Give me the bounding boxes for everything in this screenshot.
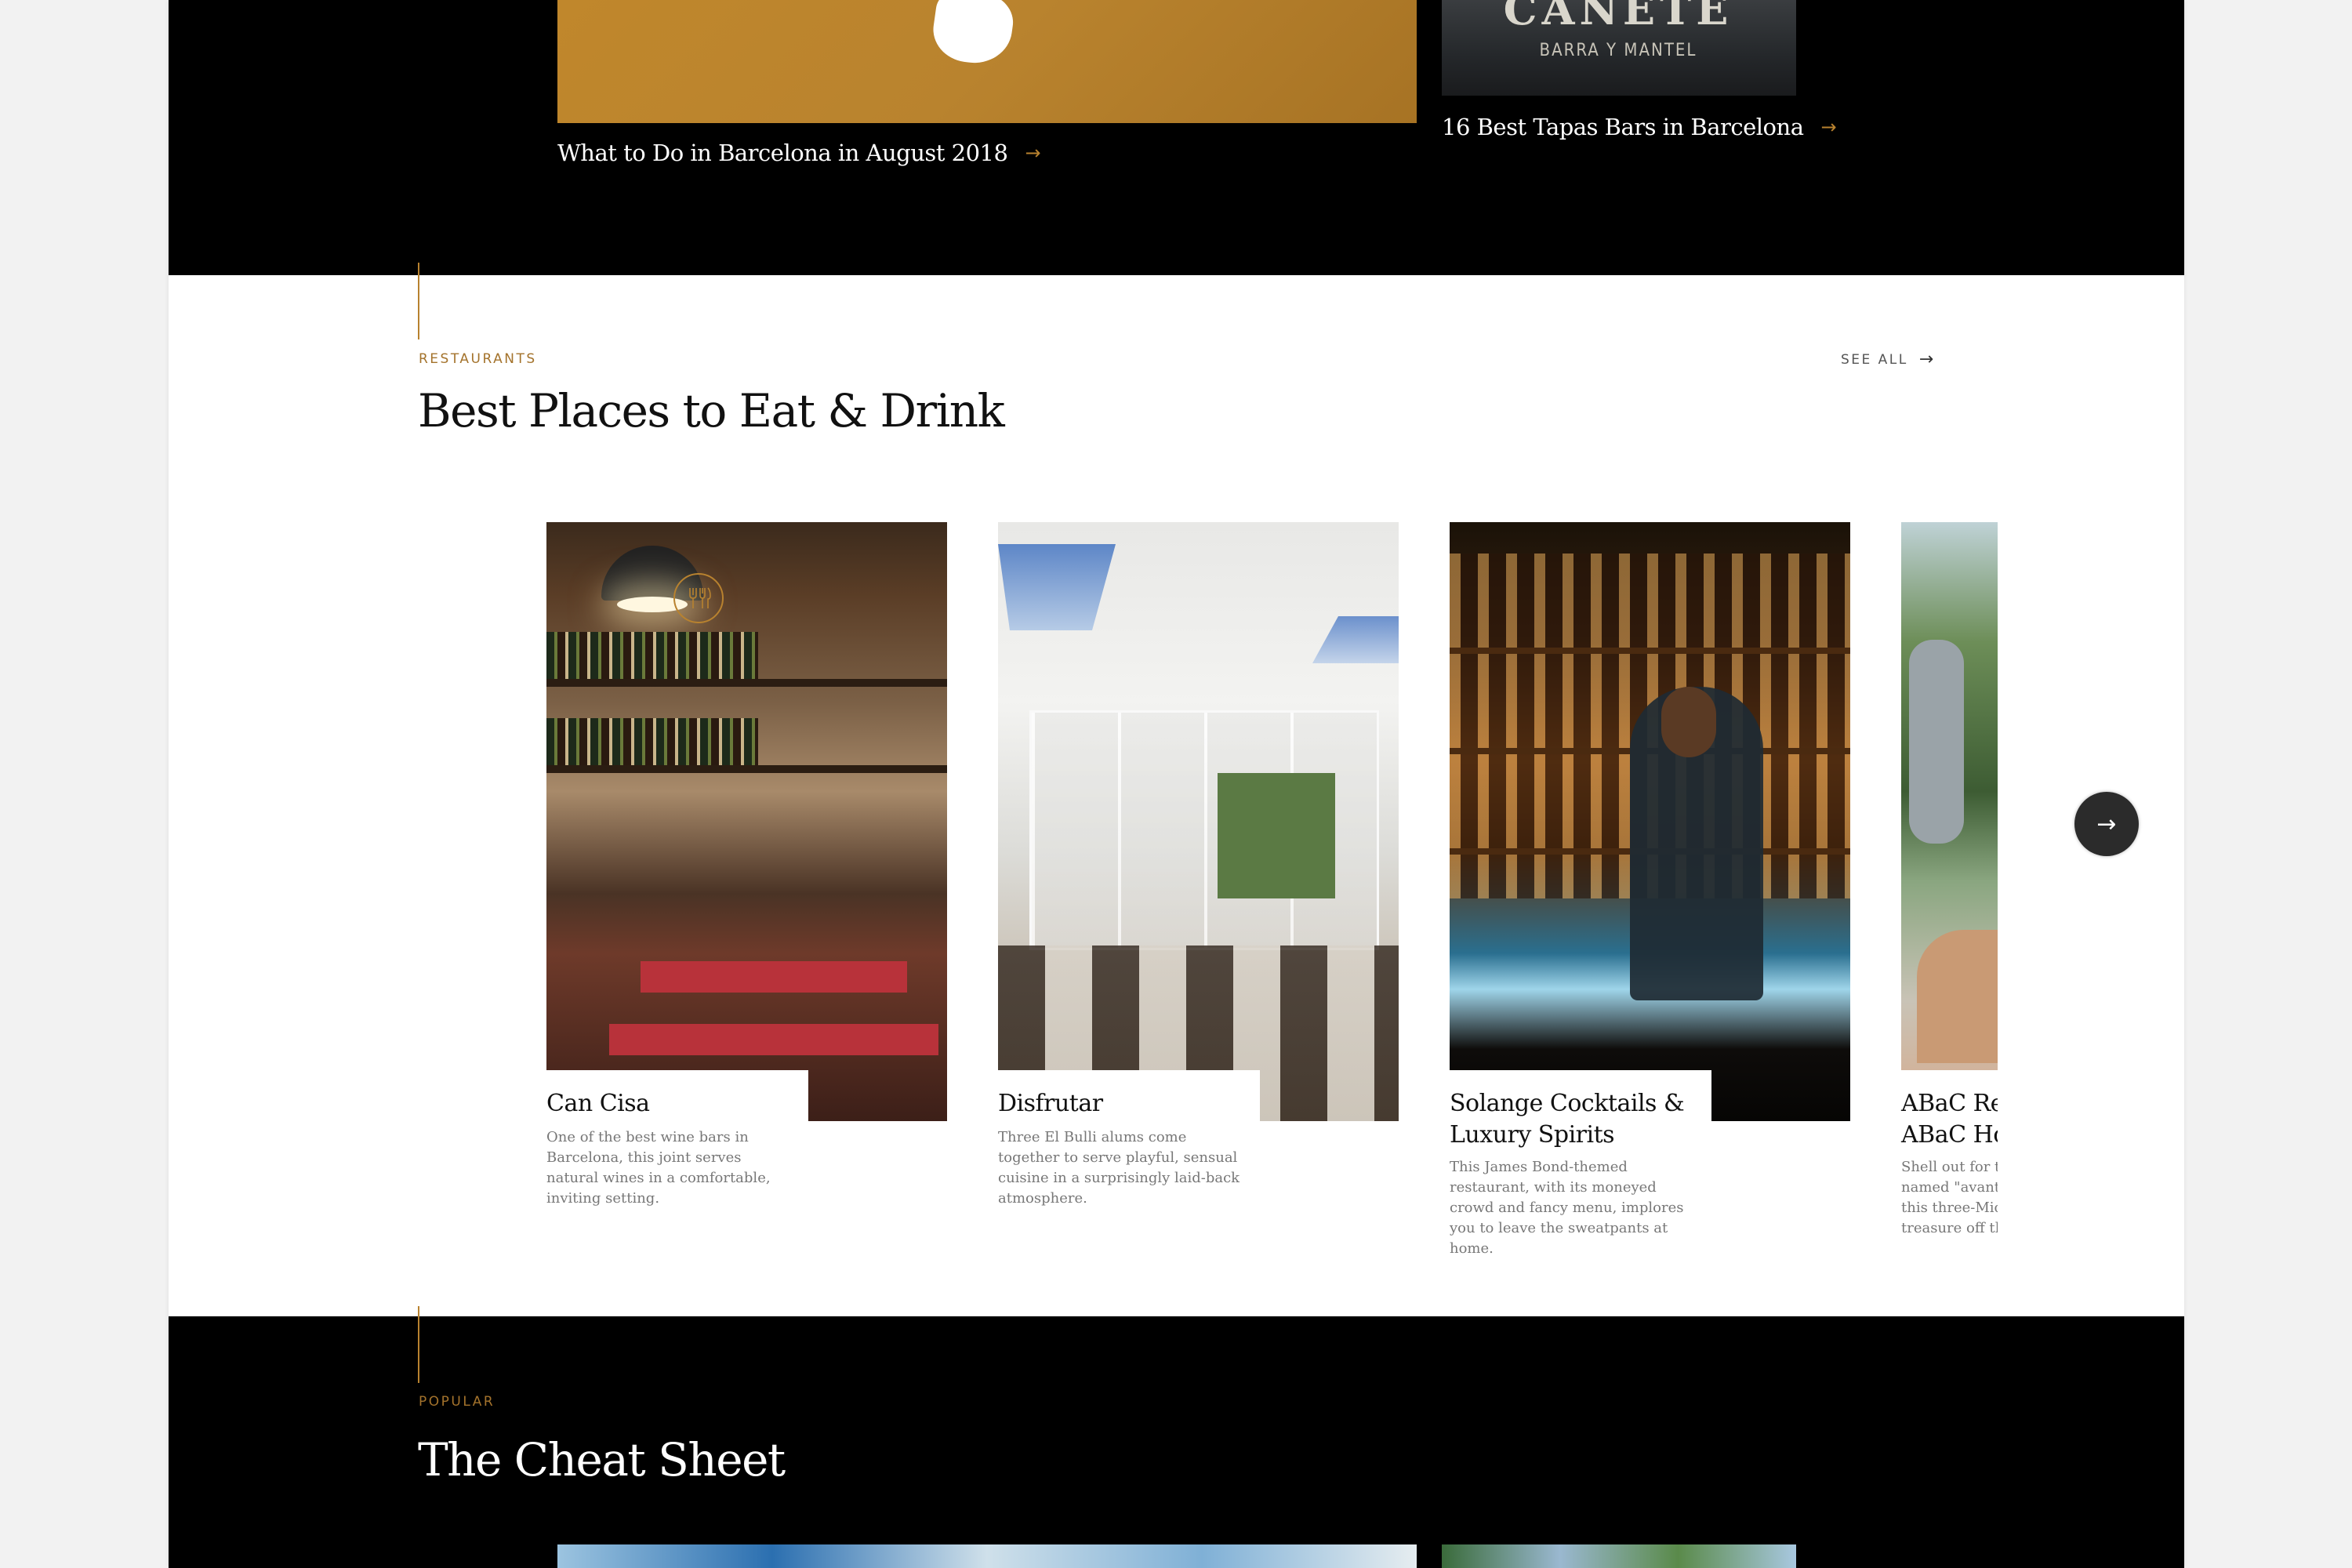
restaurants-eyebrow: RESTAURANTS bbox=[419, 351, 537, 367]
shelf bbox=[546, 679, 947, 687]
tapas-bars-image[interactable]: CAÑETE BARRA Y MANTEL bbox=[1442, 0, 1796, 96]
restaurant-name[interactable]: ABaC Restaurant & ABaC Hotel bbox=[1901, 1088, 1998, 1151]
see-all-label: SEE ALL bbox=[1841, 351, 1908, 368]
popular-eyebrow: POPULAR bbox=[419, 1394, 495, 1410]
shelf bbox=[546, 765, 947, 773]
sign-subtext: BARRA Y MANTEL bbox=[1539, 41, 1697, 60]
statue bbox=[1909, 640, 1964, 844]
restaurant-description: This James Bond-themed restaurant, with … bbox=[1450, 1159, 1684, 1254]
sign-text: CAÑETE bbox=[1503, 0, 1733, 34]
restaurant-carousel[interactable]: Can Cisa One of the best wine bars in Ba… bbox=[169, 517, 1998, 1254]
skylight bbox=[1312, 616, 1399, 663]
popular-image[interactable] bbox=[1442, 1544, 1796, 1568]
section-divider-line bbox=[418, 263, 419, 339]
arrow-right-icon: → bbox=[1918, 350, 1936, 369]
arrow-right-icon: → bbox=[2096, 810, 2117, 838]
bartender-head bbox=[1661, 687, 1716, 757]
tapas-bars-link-label: 16 Best Tapas Bars in Barcelona bbox=[1442, 114, 1804, 140]
restaurant-name[interactable]: Solange Cocktails & Luxury Spirits bbox=[1450, 1088, 1700, 1151]
table-shape bbox=[609, 1024, 938, 1055]
bottles bbox=[546, 632, 758, 679]
carousel-next-button[interactable]: → bbox=[2074, 792, 2139, 856]
august-guide-image[interactable] bbox=[557, 0, 1417, 123]
arrow-right-icon: → bbox=[1025, 142, 1041, 164]
page: CAÑETE BARRA Y MANTEL What to Do in Barc… bbox=[169, 0, 2184, 1568]
august-guide-link-label: What to Do in Barcelona in August 2018 bbox=[557, 140, 1008, 166]
arrow-right-icon: → bbox=[1820, 116, 1837, 138]
plant-wall bbox=[1218, 773, 1335, 898]
restaurant-name[interactable]: Can Cisa bbox=[546, 1088, 829, 1120]
restaurant-description: One of the best wine bars in Barcelona, … bbox=[546, 1129, 771, 1207]
popular-title: The Cheat Sheet bbox=[418, 1433, 786, 1486]
see-all-link[interactable]: SEE ALL → bbox=[1841, 350, 1936, 369]
tapas-bars-link[interactable]: 16 Best Tapas Bars in Barcelona → bbox=[1442, 114, 1837, 140]
chair bbox=[1917, 930, 1998, 1063]
section-divider-line bbox=[418, 1306, 419, 1383]
restaurants-title: Best Places to Eat & Drink bbox=[418, 384, 1005, 437]
restaurant-photo[interactable] bbox=[1450, 522, 1850, 1121]
restaurant-photo[interactable] bbox=[546, 522, 947, 1121]
spain-map-shape bbox=[929, 0, 1017, 68]
restaurant-photo[interactable] bbox=[1901, 522, 1998, 1121]
bottles bbox=[546, 718, 758, 765]
restaurant-photo[interactable] bbox=[998, 522, 1399, 1121]
restaurant-description: Shell out for the food at the aptly name… bbox=[1901, 1159, 1998, 1236]
august-guide-link[interactable]: What to Do in Barcelona in August 2018 → bbox=[557, 140, 1041, 166]
fork-knife-icon bbox=[673, 573, 724, 623]
skylight bbox=[998, 544, 1116, 630]
restaurant-description: Three El Bulli alums come together to se… bbox=[998, 1129, 1240, 1207]
restaurant-name[interactable]: Disfrutar bbox=[998, 1088, 1280, 1120]
table-shape bbox=[641, 961, 907, 993]
popular-image[interactable] bbox=[557, 1544, 1417, 1568]
